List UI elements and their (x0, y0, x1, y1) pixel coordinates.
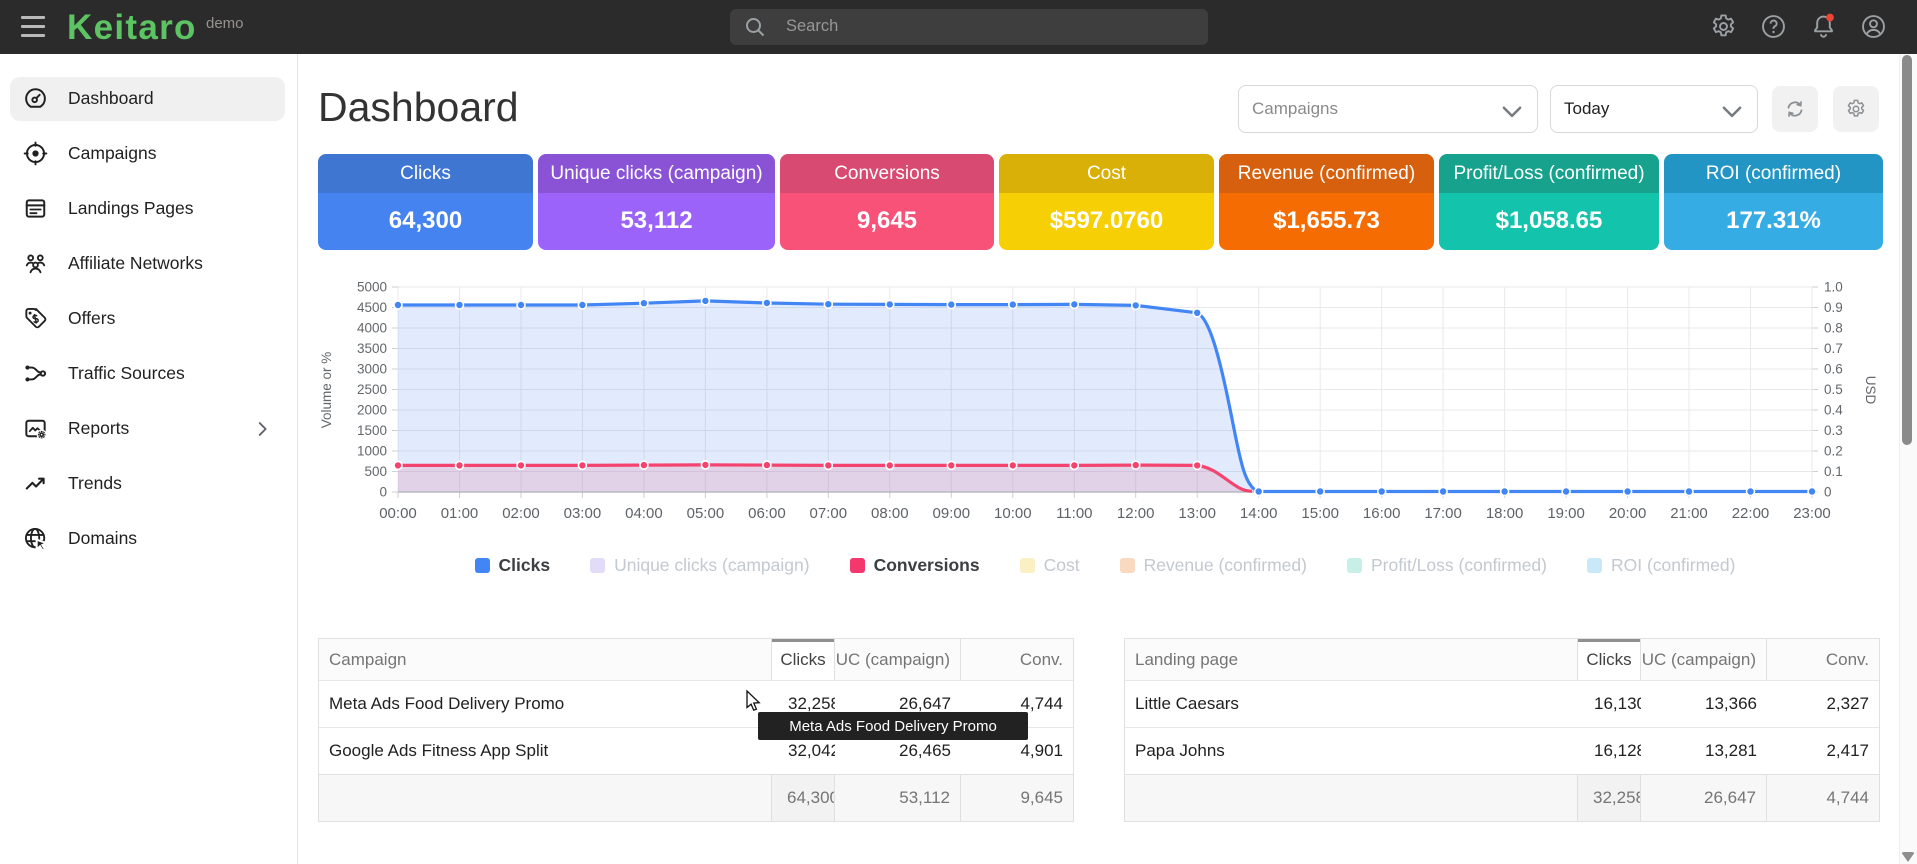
svg-text:16:00: 16:00 (1363, 505, 1401, 522)
svg-text:18:00: 18:00 (1486, 505, 1524, 522)
svg-text:0: 0 (1824, 485, 1832, 500)
svg-text:4000: 4000 (357, 321, 387, 336)
svg-text:0.9: 0.9 (1824, 300, 1843, 315)
svg-text:03:00: 03:00 (564, 505, 602, 522)
svg-text:19:00: 19:00 (1547, 505, 1585, 522)
svg-text:13:00: 13:00 (1178, 505, 1216, 522)
svg-text:500: 500 (364, 464, 387, 479)
svg-text:01:00: 01:00 (441, 505, 479, 522)
svg-text:0.2: 0.2 (1824, 444, 1843, 459)
svg-text:17:00: 17:00 (1424, 505, 1462, 522)
svg-text:4500: 4500 (357, 300, 387, 315)
svg-text:3500: 3500 (357, 341, 387, 356)
svg-text:04:00: 04:00 (625, 505, 663, 522)
svg-text:09:00: 09:00 (933, 505, 971, 522)
svg-text:1.0: 1.0 (1824, 280, 1843, 295)
svg-text:12:00: 12:00 (1117, 505, 1155, 522)
svg-text:08:00: 08:00 (871, 505, 909, 522)
svg-text:0.4: 0.4 (1824, 403, 1843, 418)
svg-text:0.7: 0.7 (1824, 341, 1843, 356)
svg-text:22:00: 22:00 (1732, 505, 1770, 522)
svg-text:1000: 1000 (357, 444, 387, 459)
svg-text:USD: USD (1863, 376, 1878, 405)
svg-text:0.1: 0.1 (1824, 464, 1843, 479)
svg-text:10:00: 10:00 (994, 505, 1032, 522)
svg-text:2000: 2000 (357, 403, 387, 418)
svg-text:20:00: 20:00 (1609, 505, 1647, 522)
svg-text:1500: 1500 (357, 423, 387, 438)
svg-text:2500: 2500 (357, 382, 387, 397)
svg-text:0.6: 0.6 (1824, 362, 1843, 377)
svg-text:0.3: 0.3 (1824, 423, 1843, 438)
svg-text:11:00: 11:00 (1056, 505, 1092, 522)
svg-text:0.8: 0.8 (1824, 321, 1843, 336)
svg-text:02:00: 02:00 (502, 505, 540, 522)
svg-text:07:00: 07:00 (810, 505, 848, 522)
svg-text:5000: 5000 (357, 280, 387, 295)
svg-text:06:00: 06:00 (748, 505, 786, 522)
svg-text:15:00: 15:00 (1301, 505, 1339, 522)
svg-text:00:00: 00:00 (379, 505, 417, 522)
svg-text:21:00: 21:00 (1670, 505, 1708, 522)
svg-text:05:00: 05:00 (687, 505, 725, 522)
svg-text:0: 0 (379, 485, 387, 500)
svg-text:0.5: 0.5 (1824, 382, 1843, 397)
svg-text:23:00: 23:00 (1793, 505, 1831, 522)
svg-text:Volume or %: Volume or % (319, 352, 334, 429)
svg-text:14:00: 14:00 (1240, 505, 1278, 522)
svg-text:3000: 3000 (357, 362, 387, 377)
